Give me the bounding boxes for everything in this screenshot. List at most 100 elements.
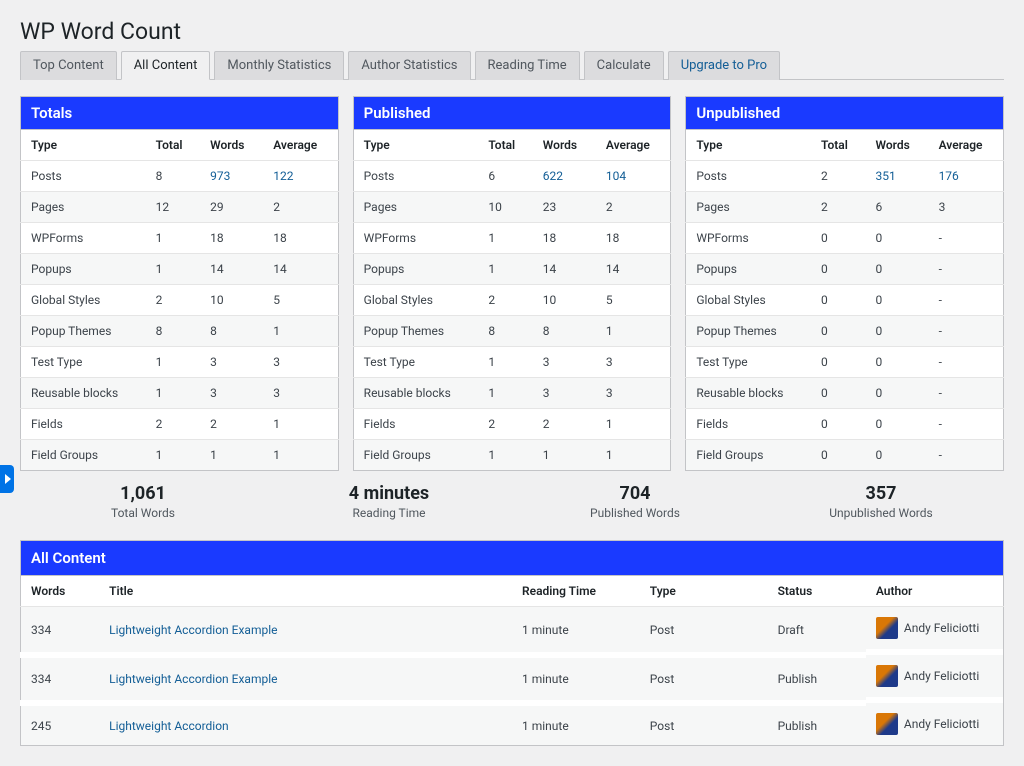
col-words[interactable]: Words <box>200 130 263 161</box>
table-row: Posts8973122 <box>21 161 339 192</box>
cell-type: Posts <box>21 161 146 192</box>
cell-status: Publish <box>768 703 866 746</box>
cell-average: 18 <box>596 223 671 254</box>
cell-words: 0 <box>865 316 928 347</box>
cell-reading-time: 1 minute <box>512 703 640 746</box>
cell-type: Popup Themes <box>353 316 478 347</box>
cell-words: 3 <box>200 378 263 409</box>
cell-words: 10 <box>533 285 596 316</box>
words-link[interactable]: 973 <box>210 169 230 183</box>
cell-average: 14 <box>263 254 338 285</box>
col-reading-time[interactable]: Reading Time <box>512 576 640 607</box>
cell-type: Global Styles <box>686 285 811 316</box>
cell-type: Post <box>640 703 768 746</box>
cell-type: Posts <box>686 161 811 192</box>
cell-words: 29 <box>200 192 263 223</box>
cell-average: - <box>929 347 1004 378</box>
col-words[interactable]: Words <box>533 130 596 161</box>
cell-words: 1 <box>533 440 596 471</box>
cell-type: Popups <box>353 254 478 285</box>
cell-total: 1 <box>478 378 532 409</box>
tab-all-content[interactable]: All Content <box>121 51 211 80</box>
tab-top-content[interactable]: Top Content <box>20 51 117 80</box>
average-link[interactable]: 176 <box>939 169 959 183</box>
title-link[interactable]: Lightweight Accordion <box>109 719 229 733</box>
cell-type: Test Type <box>686 347 811 378</box>
cell-average: - <box>929 378 1004 409</box>
col-total[interactable]: Total <box>146 130 200 161</box>
cell-average: 3 <box>929 192 1004 223</box>
cell-total: 0 <box>811 347 865 378</box>
col-average[interactable]: Average <box>929 130 1004 161</box>
stat-value: 357 <box>758 483 1004 504</box>
table-row: Pages10232 <box>353 192 671 223</box>
col-type[interactable]: Type <box>640 576 768 607</box>
cell-total: 2 <box>478 409 532 440</box>
col-author[interactable]: Author <box>866 576 1004 607</box>
cell-average: 1 <box>263 440 338 471</box>
title-link[interactable]: Lightweight Accordion Example <box>109 672 277 686</box>
tab-upgrade-to-pro[interactable]: Upgrade to Pro <box>668 51 780 80</box>
col-total[interactable]: Total <box>811 130 865 161</box>
cell-type: Global Styles <box>353 285 478 316</box>
average-link[interactable]: 104 <box>606 169 626 183</box>
cell-average: - <box>929 223 1004 254</box>
tab-monthly-statistics[interactable]: Monthly Statistics <box>214 51 344 80</box>
cell-total: 8 <box>478 316 532 347</box>
cell-words: 334 <box>21 607 100 656</box>
cell-total: 2 <box>478 285 532 316</box>
words-link[interactable]: 622 <box>543 169 563 183</box>
tab-author-statistics[interactable]: Author Statistics <box>348 51 470 80</box>
cell-words: 245 <box>21 703 100 746</box>
cell-total: 1 <box>478 347 532 378</box>
cell-reading-time: 1 minute <box>512 607 640 656</box>
cell-type: Popup Themes <box>686 316 811 347</box>
table-row: Pages263 <box>686 192 1004 223</box>
col-words[interactable]: Words <box>21 576 100 607</box>
cell-words: 0 <box>865 285 928 316</box>
cell-type: Reusable blocks <box>686 378 811 409</box>
cell-type: Field Groups <box>686 440 811 471</box>
cell-average: 1 <box>263 316 338 347</box>
stat-value: 704 <box>512 483 758 504</box>
cell-type: Test Type <box>21 347 146 378</box>
cell-words: 18 <box>200 223 263 254</box>
table-row: 334Lightweight Accordion Example1 minute… <box>21 655 1004 703</box>
cell-total: 0 <box>811 378 865 409</box>
tab-reading-time[interactable]: Reading Time <box>475 51 580 80</box>
table-row: Reusable blocks00- <box>686 378 1004 409</box>
table-row: Popups00- <box>686 254 1004 285</box>
col-words[interactable]: Words <box>865 130 928 161</box>
cell-words: 8 <box>200 316 263 347</box>
col-title[interactable]: Title <box>99 576 512 607</box>
cell-average: 1 <box>596 440 671 471</box>
cell-words: 3 <box>200 347 263 378</box>
cell-author: Andy Feliciotti <box>866 607 1003 655</box>
cell-total: 12 <box>146 192 200 223</box>
cell-total: 2 <box>146 285 200 316</box>
cell-total: 1 <box>478 223 532 254</box>
cell-total: 0 <box>811 223 865 254</box>
tabs-bar: Top ContentAll ContentMonthly Statistics… <box>20 51 1004 80</box>
cell-type: Post <box>640 607 768 656</box>
col-type[interactable]: Type <box>353 130 478 161</box>
cell-words: 1 <box>200 440 263 471</box>
col-average[interactable]: Average <box>263 130 338 161</box>
col-total[interactable]: Total <box>478 130 532 161</box>
cell-words: 18 <box>533 223 596 254</box>
col-status[interactable]: Status <box>768 576 866 607</box>
all-content-header: All Content <box>20 540 1004 575</box>
cell-author: Andy Feliciotti <box>866 703 1003 745</box>
col-type[interactable]: Type <box>21 130 146 161</box>
words-link[interactable]: 351 <box>875 169 895 183</box>
cell-total: 1 <box>478 254 532 285</box>
table-row: Reusable blocks133 <box>21 378 339 409</box>
title-link[interactable]: Lightweight Accordion Example <box>109 623 277 637</box>
stat-block: 357Unpublished Words <box>758 483 1004 520</box>
col-type[interactable]: Type <box>686 130 811 161</box>
average-link[interactable]: 122 <box>273 169 293 183</box>
side-collapse-tab[interactable] <box>0 465 14 493</box>
col-average[interactable]: Average <box>596 130 671 161</box>
table-row: Popups11414 <box>21 254 339 285</box>
tab-calculate[interactable]: Calculate <box>584 51 664 80</box>
